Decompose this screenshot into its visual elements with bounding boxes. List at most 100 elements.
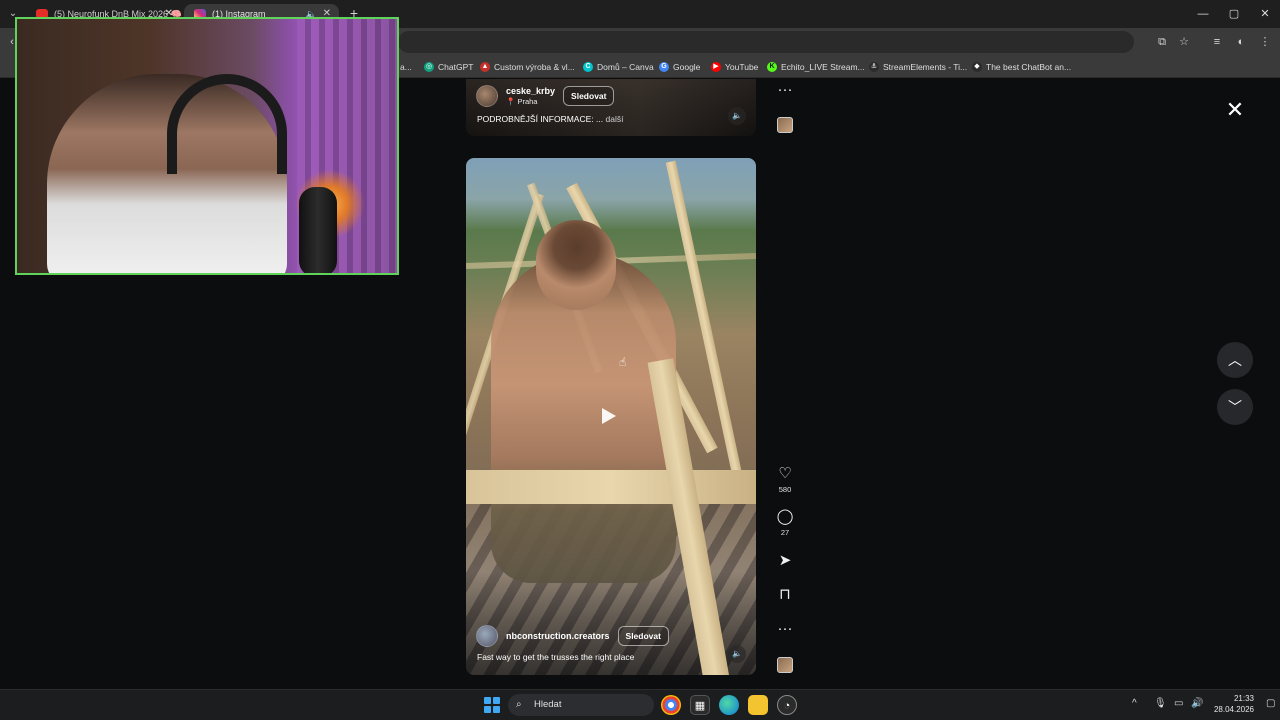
author-info: ceske_krby 📍 Praha [506,86,555,106]
save-button[interactable]: ⊓ [770,586,800,604]
windows-logo-tile [484,697,491,704]
bookmark-google[interactable]: G Google [659,60,700,74]
follow-button[interactable]: Sledovat [563,86,615,106]
bookmark-icon: ⊓ [779,586,791,603]
reel-caption[interactable]: Fast way to get the trusses the right pl… [477,652,634,662]
caption-more-link[interactable]: další [605,114,623,124]
obs-icon[interactable]: ◔ [777,695,797,715]
bookmark-chatgpt[interactable]: ◎ ChatGPT [424,60,473,74]
share-icon: ➤ [778,552,792,569]
file-explorer-icon[interactable] [748,695,768,715]
bookmark-youtube[interactable]: ▶ YouTube [711,60,758,74]
close-icon[interactable]: ✕ [1224,99,1246,121]
windows-logo-tile [493,697,500,704]
browser-menu-icon[interactable]: ⋮ [1257,34,1273,50]
google-icon: G [659,62,669,72]
previous-reel-button[interactable]: ︿ [1217,342,1253,378]
kick-icon: K [767,62,777,72]
sound-toggle-icon[interactable]: 🔈 [728,107,746,125]
windows-taskbar: ⌕ Hledat ▦ ◔ ^ 🎙 ▭ 🔊 21:33 28.04.2026 ▢ [0,689,1280,720]
bookmark-custom-vyroba[interactable]: ▲ Custom výroba & vl... [480,60,575,74]
taskbar-search[interactable]: ⌕ Hledat [508,694,654,716]
streamelements-icon: ⚓ [869,62,879,72]
bookmark-label: Domů – Canva [597,62,654,72]
more-glyph: ··· [777,620,793,637]
avatar[interactable] [476,85,498,107]
tray-overflow-icon[interactable]: ^ [1132,698,1137,709]
microphone-icon [299,187,337,273]
reel-author-row: nbconstruction.creators Sledovat [476,625,669,647]
minimize-window-button[interactable]: — [1188,4,1218,24]
audio-thumbnail[interactable] [777,657,793,673]
canva-icon: C [583,62,593,72]
chrome-icon[interactable] [661,695,681,715]
reel-location: 📍 Praha [506,97,555,106]
caption-text: PODROBNĚJŠÍ INFORMACE: ... [477,114,604,124]
share-button[interactable]: ➤ [770,552,800,570]
webcam-overlay [15,17,399,275]
close-window-button[interactable]: ✕ [1250,4,1280,24]
reel-author-row: ceske_krby 📍 Praha Sledovat [476,85,615,107]
profile-avatar-icon[interactable]: ◐ [1233,34,1249,50]
more-options-icon[interactable]: ··· [770,620,800,638]
bookmark-streamelements[interactable]: ⚓ StreamElements - Ti... [869,60,967,74]
sound-toggle-icon[interactable]: 🔈 [728,645,746,663]
chatbot-icon: ◆ [972,62,982,72]
bookmark-canva[interactable]: C Domů – Canva [583,60,654,74]
bookmark-kick-stream[interactable]: K Echito_LIVE Stream... [767,60,865,74]
more-options-icon[interactable]: ··· [770,81,800,99]
microphone-tray-icon[interactable]: 🎙 [1154,698,1167,709]
main-reel-video[interactable]: nbconstruction.creators Sledovat Fast wa… [466,158,756,675]
bookmark-label: ChatGPT [438,62,474,72]
start-button[interactable] [484,697,500,713]
bookmark-label: StreamElements - Ti... [883,62,968,72]
notification-icon[interactable]: ▢ [1266,698,1275,709]
windows-logo-tile [484,706,491,713]
custom-vyroba-icon: ▲ [480,62,490,72]
address-bar[interactable] [398,31,1134,53]
avatar[interactable] [476,625,498,647]
clock-date: 28.04.2026 [1213,705,1254,714]
comment-count: 27 [780,528,790,537]
reel-caption[interactable]: PODROBNĚJŠÍ INFORMACE: ... další [477,114,623,124]
install-app-icon[interactable]: ⧉ [1154,34,1170,50]
next-reel-button[interactable]: ﹀ [1217,389,1253,425]
bookmark-label: YouTube [725,62,759,72]
truss-beam [466,470,756,504]
previous-reel[interactable]: ceske_krby 📍 Praha Sledovat PODROBNĚJŠÍ … [466,79,756,136]
windows-logo-tile [493,706,500,713]
bookmark-label: a... [400,62,412,72]
maximize-window-button[interactable]: ▢ [1219,4,1249,24]
network-icon[interactable]: ▭ [1174,698,1183,709]
like-count: 580 [778,485,792,494]
search-placeholder: Hledat [534,699,562,710]
reel-username[interactable]: nbconstruction.creators [506,631,610,641]
bookmark-label: The best ChatBot an... [986,62,1072,72]
reel-username[interactable]: ceske_krby [506,86,555,96]
like-button[interactable]: ♡ 580 [770,465,800,494]
hand-cursor-icon: ☝ [619,355,627,369]
follow-button[interactable]: Sledovat [617,626,669,646]
taskbar-clock[interactable]: 21:33 28.04.2026 [1208,693,1254,715]
bookmark-label: Echito_LIVE Stream... [781,62,865,72]
audio-thumbnail[interactable] [777,117,793,133]
comment-button[interactable]: ◯ 27 [770,508,800,537]
bookmark-label: Custom výroba & vl... [494,62,575,72]
store-icon[interactable]: ▦ [690,695,710,715]
clock-time: 21:33 [1233,694,1254,703]
search-icon: ⌕ [516,699,522,710]
bookmark-star-icon[interactable]: ☆ [1176,34,1192,50]
heart-icon: ♡ [778,465,792,482]
bookmark-chatbot[interactable]: ◆ The best ChatBot an... [972,60,1071,74]
location-pin-icon: 📍 [506,97,516,106]
volume-icon[interactable]: 🔊 [1191,698,1203,709]
worker-head [536,220,616,310]
media-controls-icon[interactable]: ≡ [1209,34,1225,50]
play-icon[interactable] [602,408,616,424]
youtube-icon: ▶ [711,62,721,72]
more-glyph: ··· [777,81,793,98]
chatgpt-icon: ◎ [424,62,434,72]
location-label: Praha [517,97,538,106]
edge-icon[interactable] [719,695,739,715]
bookmark-label: Google [673,62,701,72]
